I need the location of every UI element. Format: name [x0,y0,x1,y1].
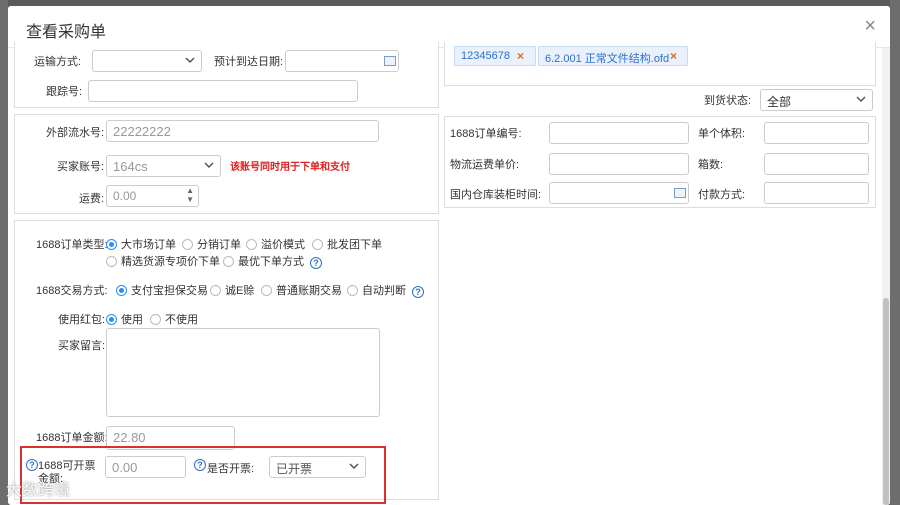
stepper-up-icon[interactable]: ▲ [186,186,194,195]
help-icon[interactable]: ? [310,257,322,269]
modal-title: 查看采购单 [26,24,107,41]
freight-label: 运费: [79,193,105,205]
radio-checked [116,284,127,296]
tracking-input[interactable] [88,80,358,102]
attachment-tag[interactable]: 6.2.001 正常文件结构.ofd × [538,46,688,66]
remove-icon[interactable]: × [517,49,524,63]
order-type-option-5[interactable]: 最优下单方式 [223,253,304,269]
order-no-label: 1688订单编号: [450,128,522,140]
order-type-option-4[interactable]: 精选货源专项价下单 [106,253,220,269]
backdrop-left [0,0,8,505]
scrollbar-thumb[interactable] [883,298,889,505]
attachment-tag[interactable]: 12345678 × [454,46,536,66]
radio-unchecked [246,238,257,250]
radio-unchecked [347,284,358,296]
watermark: 大数跨境 [6,482,71,499]
order-type-label: 1688订单类型: [36,239,108,251]
backdrop-right [890,0,900,505]
stepper-down-icon[interactable]: ▼ [186,195,194,204]
radio-unchecked [150,313,161,325]
chevron-down-icon [204,162,214,169]
chevron-down-icon [185,57,195,64]
freight-value: 0.00 [113,189,137,203]
order-type-option-0[interactable]: 大市场订单 [106,236,176,252]
transport-select[interactable] [92,50,202,72]
redpack-label: 使用红包: [58,314,106,326]
radio-checked [106,238,117,250]
chevron-down-icon [856,96,866,103]
trade-mode-option-0[interactable]: 支付宝担保交易 [116,282,208,298]
freight-price-input[interactable] [549,153,689,175]
radio-unchecked [223,255,234,267]
radio-unchecked [210,284,221,296]
unit-volume-input[interactable] [764,122,869,144]
buyer-account-value: 164cs [113,159,148,174]
ext-serial-input[interactable]: 22222222 [106,120,379,142]
boxes-input[interactable] [764,153,869,175]
highlight-box [20,446,386,504]
order-amount-label: 1688订单金额: [36,432,108,444]
buyer-note-label: 买家留言: [58,340,106,352]
close-icon[interactable]: × [864,16,876,36]
unit-volume-label: 单个体积: [698,128,746,140]
trade-mode-option-3[interactable]: 自动判断 [347,282,406,298]
order-no-input[interactable] [549,122,689,144]
buyer-note-textarea[interactable] [106,328,380,417]
arrival-status-select[interactable]: 全部 [760,89,873,111]
arrival-status-label: 到货状态: [704,95,752,107]
calendar-icon[interactable] [384,56,396,66]
ext-serial-label: 外部流水号: [46,127,105,139]
order-type-option-3[interactable]: 批发团下单 [312,236,382,252]
calendar-icon[interactable] [674,188,686,198]
warehouse-time-input[interactable] [549,182,689,204]
transport-label: 运输方式: [34,56,82,68]
payment-method-input[interactable] [764,182,869,204]
eta-label: 预计到达日期: [214,56,284,68]
purchase-order-modal: 查看采购单 × 运输方式: 预计到达日期: 跟踪号: 外部流水号: 222222… [8,6,890,505]
radio-unchecked [106,255,117,267]
radio-unchecked [182,238,193,250]
radio-unchecked [312,238,323,250]
remove-icon[interactable]: × [670,49,677,63]
trade-mode-option-1[interactable]: 诚E赊 [210,282,254,298]
redpack-option-nouse[interactable]: 不使用 [150,311,198,327]
help-icon[interactable]: ? [412,286,424,298]
eta-date-input[interactable] [285,50,399,72]
payment-method-label: 付款方式: [698,189,746,201]
attachment-name: 12345678 [461,50,510,62]
freight-stepper[interactable]: 0.00 ▲ ▼ [106,185,199,207]
attachment-name: 6.2.001 正常文件结构.ofd [545,53,670,65]
redpack-option-use[interactable]: 使用 [106,311,143,327]
order-type-option-2[interactable]: 溢价模式 [246,236,305,252]
trade-mode-option-2[interactable]: 普通账期交易 [261,282,342,298]
boxes-label: 箱数: [698,159,724,171]
freight-price-label: 物流运费单价: [450,159,520,171]
order-type-option-1[interactable]: 分销订单 [182,236,241,252]
radio-unchecked [261,284,272,296]
buyer-account-select[interactable]: 164cs [106,155,221,177]
warehouse-time-label: 国内仓库装柜时间: [450,189,542,201]
buyer-account-label: 买家账号: [57,161,105,173]
trade-mode-label: 1688交易方式: [36,285,108,297]
radio-checked [106,313,117,325]
tracking-label: 跟踪号: [46,86,83,98]
buyer-account-warning: 该账号同时用于下单和支付 [230,162,350,173]
arrival-status-value: 全部 [767,95,792,109]
